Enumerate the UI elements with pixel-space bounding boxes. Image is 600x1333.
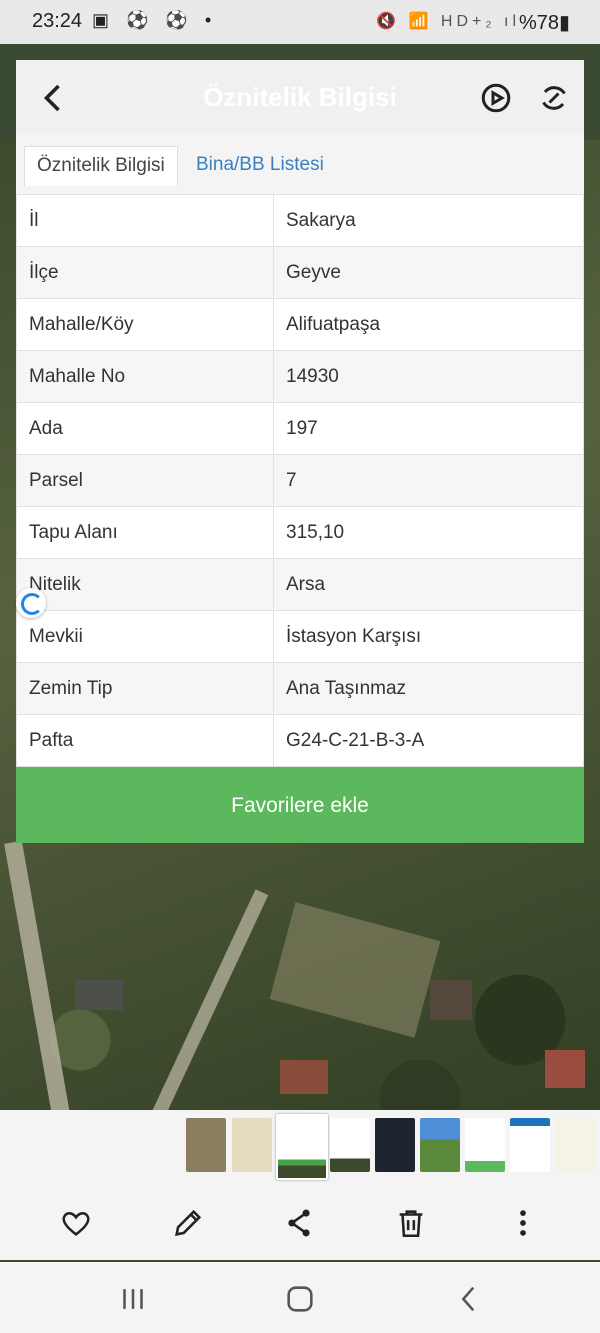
table-row: Parsel 7: [16, 454, 584, 507]
table-row: İlçe Geyve: [16, 246, 584, 299]
attribute-key: Tapu Alanı: [16, 506, 274, 559]
attribute-table: İl Sakarya İlçe Geyve Mahalle/Köy Alifuatpa…: [16, 194, 584, 767]
attribute-value: Geyve: [273, 246, 584, 299]
app-bar: Öznitelik Bilgisi: [16, 60, 584, 138]
recent-apps-icon[interactable]: [116, 1282, 150, 1316]
tab-bar: Öznitelik Bilgisi Bina/BB Listesi: [16, 134, 584, 194]
thumbnail-selected[interactable]: [276, 1114, 328, 1180]
home-icon[interactable]: [283, 1282, 317, 1316]
table-row: Zemin Tip Ana Taşınmaz: [16, 662, 584, 715]
attribute-panel: Öznitelik Bilgisi Bina/BB Listesi İl Saka…: [16, 134, 584, 843]
attribute-value: G24-C-21-B-3-A: [273, 714, 584, 767]
thumbnail[interactable]: [420, 1118, 460, 1172]
attribute-key: Mahalle/Köy: [16, 298, 274, 351]
map-field: [269, 902, 441, 1038]
tab-building-list[interactable]: Bina/BB Listesi: [184, 146, 336, 184]
attribute-value: İstasyon Karşısı: [273, 610, 584, 663]
map-building: [280, 1060, 328, 1094]
attribute-value: 197: [273, 402, 584, 455]
table-row: Mahalle No 14930: [16, 350, 584, 403]
thumbnail[interactable]: [465, 1118, 505, 1172]
attribute-key: Mahalle No: [16, 350, 274, 403]
heart-icon[interactable]: [59, 1206, 93, 1240]
battery-indicator: %78▮: [518, 12, 570, 34]
more-options-icon[interactable]: [506, 1206, 540, 1240]
notification-icons: ▣ ⚽ ⚽ •: [92, 10, 218, 30]
attribute-key: Nitelik: [16, 558, 274, 611]
system-navigation-bar: [0, 1262, 600, 1333]
table-row: Pafta G24-C-21-B-3-A: [16, 714, 584, 767]
table-row: İl Sakarya: [16, 194, 584, 247]
attribute-value: Alifuatpaşa: [273, 298, 584, 351]
attribute-value: 315,10: [273, 506, 584, 559]
thumbnail[interactable]: [186, 1118, 226, 1172]
table-row: Ada 197: [16, 402, 584, 455]
attribute-value: Ana Taşınmaz: [273, 662, 584, 715]
thumbnail[interactable]: [555, 1118, 595, 1172]
attribute-value: 14930: [273, 350, 584, 403]
thumbnail[interactable]: [232, 1118, 272, 1172]
add-to-favorites-button[interactable]: Favorilere ekle: [16, 767, 584, 843]
table-row: Mahalle/Köy Alifuatpaşa: [16, 298, 584, 351]
thumbnail[interactable]: [330, 1118, 370, 1172]
share-icon[interactable]: [282, 1206, 316, 1240]
map-road: [145, 889, 269, 1131]
table-row: Nitelik Arsa: [16, 558, 584, 611]
status-time: 23:24: [32, 10, 83, 32]
attribute-key: Ada: [16, 402, 274, 455]
attribute-key: Pafta: [16, 714, 274, 767]
system-back-icon[interactable]: [452, 1282, 486, 1316]
attribute-key: Mevkii: [16, 610, 274, 663]
rotate-icon[interactable]: [536, 80, 572, 116]
status-bar: 23:24 ▣ ⚽ ⚽ • 🔇 📶 HD+₂ ıl %78▮: [0, 0, 600, 44]
map-building: [75, 980, 123, 1010]
table-row: Mevkii İstasyon Karşısı: [16, 610, 584, 663]
attribute-key: Parsel: [16, 454, 274, 507]
attribute-key: İl: [16, 194, 274, 247]
loading-spinner-icon: [16, 588, 46, 618]
gallery-thumbnail-strip: [0, 1110, 600, 1190]
attribute-key: İlçe: [16, 246, 274, 299]
connectivity-icons: 🔇 📶 HD+₂ ıl: [376, 13, 520, 30]
attribute-value: 7: [273, 454, 584, 507]
attribute-value: Arsa: [273, 558, 584, 611]
photo-action-bar: [0, 1190, 600, 1260]
tab-attribute-info[interactable]: Öznitelik Bilgisi: [24, 146, 178, 186]
map-building: [545, 1050, 585, 1088]
attribute-value: Sakarya: [273, 194, 584, 247]
map-building: [430, 980, 472, 1020]
edit-pencil-icon[interactable]: [171, 1206, 205, 1240]
trash-icon[interactable]: [394, 1206, 428, 1240]
table-row: Tapu Alanı 315,10: [16, 506, 584, 559]
map-road: [4, 840, 74, 1140]
thumbnail[interactable]: [510, 1118, 550, 1172]
play-rotate-icon[interactable]: [478, 80, 514, 116]
attribute-key: Zemin Tip: [16, 662, 274, 715]
thumbnail[interactable]: [375, 1118, 415, 1172]
